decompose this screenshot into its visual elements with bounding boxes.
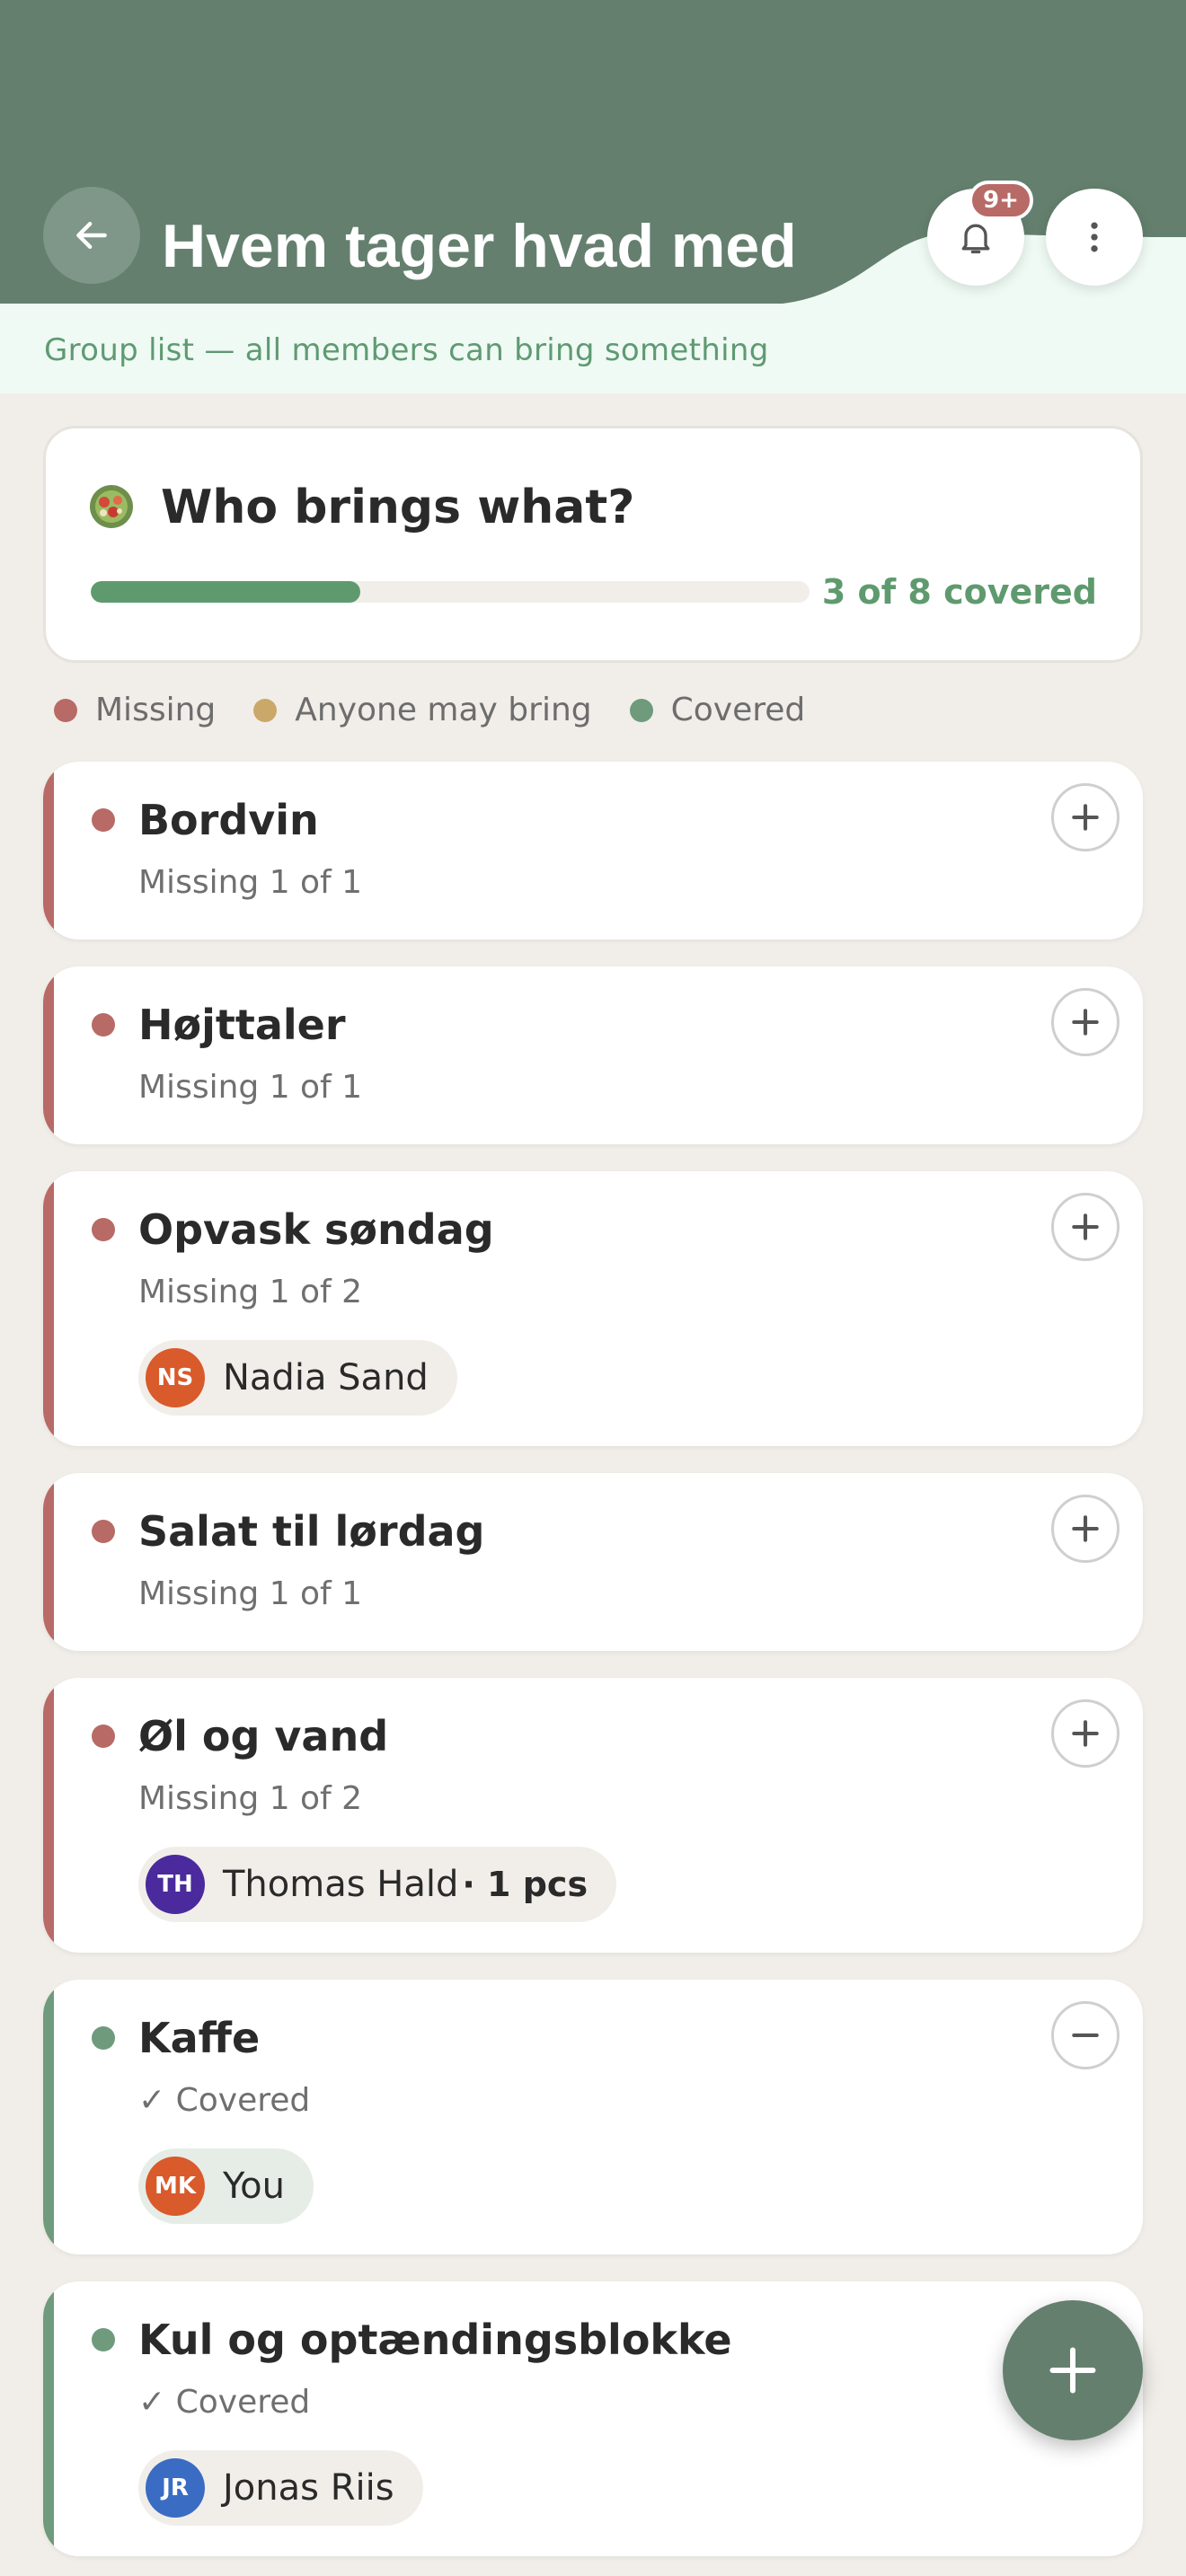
item-card[interactable]: Højttaler Missing 1 of 1 (43, 966, 1143, 1144)
avatar: NS (146, 1348, 205, 1407)
status-dot (92, 808, 115, 832)
bringer-name: Thomas Hald (223, 1864, 459, 1905)
plus-icon (1072, 1515, 1099, 1542)
status-stripe (43, 2281, 54, 2556)
plus-icon (1072, 804, 1099, 831)
bringer-name: Jonas Riis (223, 2467, 394, 2509)
status-dot (92, 1013, 115, 1037)
legend: Missing Anyone may bring Covered (54, 692, 843, 728)
avatar: MK (146, 2157, 205, 2216)
item-card[interactable]: Opvask søndag Missing 1 of 2 NS Nadia Sa… (43, 1171, 1143, 1446)
bell-icon (961, 224, 990, 254)
item-card[interactable]: Kul og optændingsblokke ✓ Covered JR Jon… (43, 2281, 1143, 2556)
status-dot (92, 2026, 115, 2050)
bringer-name: You (223, 2166, 285, 2207)
arrow-left-icon (76, 221, 107, 250)
status-stripe (43, 1980, 54, 2254)
remove-button[interactable] (1051, 2001, 1120, 2069)
item-card[interactable]: Salat til lørdag Missing 1 of 1 (43, 1473, 1143, 1651)
bringer-quantity: · 1 pcs (462, 1865, 589, 1904)
progress-bar (91, 581, 810, 603)
item-name: Øl og vand (138, 1712, 389, 1760)
status-stripe (43, 1678, 54, 1953)
progress-text: 3 of 8 covered (821, 572, 1097, 612)
legend-label: Covered (670, 692, 806, 728)
item-name: Bordvin (138, 796, 319, 844)
more-vertical-icon (1091, 222, 1098, 252)
item-name: Salat til lørdag (138, 1507, 485, 1556)
legend-label: Anyone may bring (295, 692, 592, 728)
add-button[interactable] (1051, 1495, 1120, 1563)
more-options-button[interactable] (1046, 189, 1143, 286)
avatar: TH (146, 1855, 205, 1914)
list-subtitle: Group list — all members can bring somet… (44, 332, 769, 368)
notification-badge: 9+ (969, 181, 1033, 220)
legend-dot (253, 698, 278, 722)
legend-dot (54, 698, 77, 722)
plus-icon (1072, 1213, 1099, 1240)
add-button[interactable] (1051, 1193, 1120, 1261)
legend-item-anyone: Anyone may bring (253, 692, 592, 728)
status-stripe (43, 1473, 54, 1651)
add-item-fab[interactable] (1003, 2300, 1143, 2440)
bringer-chip: TH Thomas Hald · 1 pcs (138, 1847, 617, 1922)
legend-dot (629, 698, 653, 722)
item-status: Missing 1 of 1 (138, 864, 363, 901)
legend-item-covered: Covered (629, 692, 806, 728)
item-status: Missing 1 of 1 (138, 1575, 363, 1612)
status-stripe (43, 1171, 54, 1446)
status-dot (92, 1218, 115, 1241)
bringer-chip: JR Jonas Riis (138, 2450, 423, 2526)
item-status: Missing 1 of 2 (138, 1274, 363, 1310)
bringer-name: Nadia Sand (223, 1357, 429, 1398)
item-card[interactable]: Øl og vand Missing 1 of 2 TH Thomas Hald… (43, 1678, 1143, 1953)
item-name: Kul og optændingsblokke (138, 2316, 732, 2364)
item-name: Opvask søndag (138, 1205, 494, 1254)
add-button[interactable] (1051, 988, 1120, 1056)
status-stripe (43, 966, 54, 1144)
plus-icon (1049, 2347, 1096, 2394)
legend-label: Missing (95, 692, 217, 728)
item-card[interactable]: Bordvin Missing 1 of 1 (43, 762, 1143, 940)
progress-fill (91, 581, 360, 603)
status-dot (92, 1725, 115, 1748)
bringer-chip: MK You (138, 2148, 314, 2224)
add-button[interactable] (1051, 783, 1120, 851)
item-status: Missing 1 of 2 (138, 1780, 363, 1817)
summary-title: Who brings what? (161, 481, 635, 534)
avatar: JR (146, 2458, 205, 2518)
plus-icon (1072, 1720, 1099, 1747)
minus-icon (1072, 2033, 1099, 2038)
status-dot (92, 1520, 115, 1543)
plus-icon (1072, 1009, 1099, 1036)
item-status: ✓ Covered (138, 2384, 311, 2421)
item-name: Kaffe (138, 2014, 261, 2062)
back-button[interactable] (43, 187, 140, 284)
item-status: ✓ Covered (138, 2082, 311, 2119)
item-name: Højttaler (138, 1001, 346, 1049)
add-button[interactable] (1051, 1699, 1120, 1768)
bringer-chip: NS Nadia Sand (138, 1340, 457, 1416)
status-stripe (43, 762, 54, 940)
legend-item-missing: Missing (54, 692, 216, 728)
item-card[interactable]: Kaffe ✓ Covered MK You (43, 1980, 1143, 2254)
page-title: Hvem tager hvad med (162, 212, 797, 280)
item-status: Missing 1 of 1 (138, 1069, 363, 1106)
summary-card: Who brings what? 3 of 8 covered (43, 426, 1143, 663)
salad-bowl-icon (90, 485, 133, 528)
status-dot (92, 2328, 115, 2351)
